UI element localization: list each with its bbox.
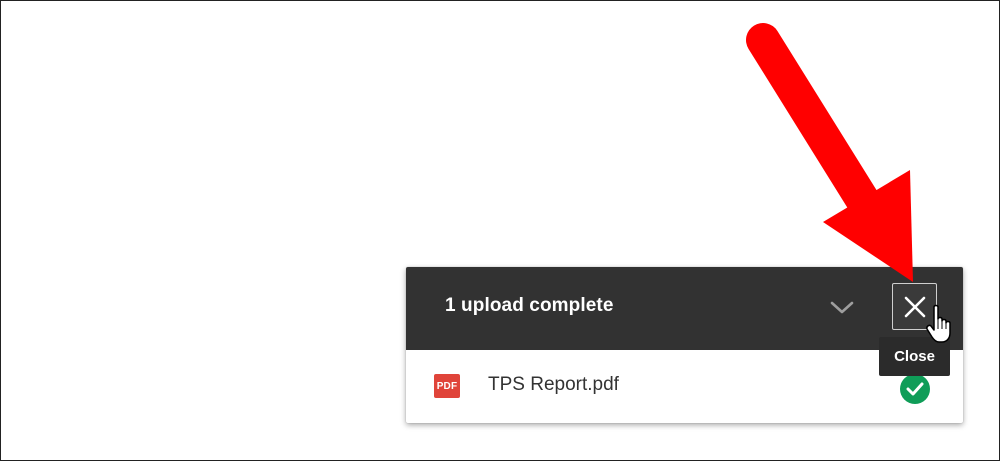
pdf-icon-label: PDF bbox=[436, 380, 458, 392]
close-icon bbox=[904, 296, 925, 317]
close-button[interactable] bbox=[892, 283, 937, 330]
upload-status-title: 1 upload complete bbox=[445, 295, 614, 316]
file-name: TPS Report.pdf bbox=[488, 374, 619, 395]
check-circle-icon bbox=[900, 374, 930, 404]
collapse-button[interactable] bbox=[827, 293, 857, 323]
upload-status-panel: 1 upload complete PDF TPS Report.pdf Clo… bbox=[406, 267, 963, 423]
close-tooltip: Close bbox=[879, 337, 950, 376]
check-mark-icon bbox=[906, 382, 924, 396]
chevron-down-icon bbox=[830, 301, 854, 314]
pdf-file-icon: PDF bbox=[434, 374, 460, 398]
